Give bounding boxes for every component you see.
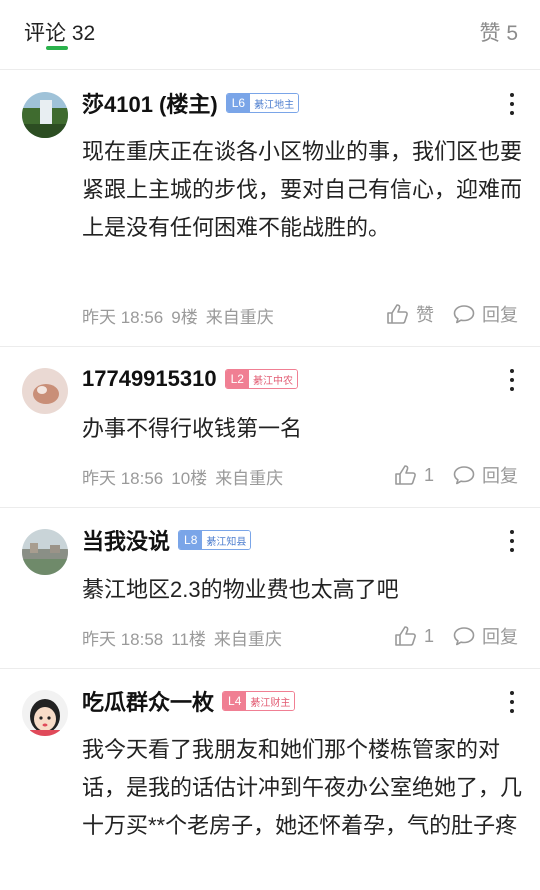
comment-source: 来自重庆	[205, 308, 274, 327]
like-button[interactable]: 1	[394, 625, 434, 647]
badge-title: 綦江财主	[246, 692, 295, 710]
comment-text: 我今天看了我朋友和她们那个楼栋管家的对话，是我的话估计冲到午夜办公室绝她了，几十…	[82, 737, 523, 838]
avatar[interactable]	[22, 690, 68, 736]
comment-source: 来自重庆	[213, 630, 282, 649]
like-button[interactable]: 赞	[386, 301, 434, 327]
reply-button[interactable]: 回复	[452, 462, 518, 488]
reply-button[interactable]: 回复	[452, 623, 518, 649]
comment-header: 莎4101 (楼主) L6 綦江地主	[82, 87, 300, 119]
comment-item: 当我没说 L8 綦江知县 綦江地区2.3的物业费也太高了吧 昨天 18:58 1…	[0, 508, 540, 669]
level-badge: L8 綦江知县	[178, 530, 252, 550]
comment-actions: 1 回复	[394, 462, 518, 488]
comment-item: 17749915310 L2 綦江中农 办事不得行收钱第一名 昨天 18:56 …	[0, 347, 540, 508]
badge-level: L8	[179, 531, 203, 549]
avatar[interactable]	[22, 92, 68, 138]
comment-text: 綦江地区2.3的物业费也太高了吧	[82, 577, 399, 602]
comment-time: 昨天 18:56	[82, 469, 164, 488]
thumbs-up-icon	[395, 465, 416, 485]
comment-header: 17749915310 L2 綦江中农	[82, 364, 298, 394]
badge-title: 綦江中农	[248, 370, 297, 388]
comment-floor: 10楼	[171, 469, 208, 488]
tab-likes[interactable]: 赞 5	[479, 17, 518, 47]
level-badge: L6 綦江地主	[225, 93, 300, 113]
comment-bubble-icon	[453, 466, 475, 485]
comment-floor: 11楼	[171, 630, 206, 649]
level-badge: L4 綦江财主	[222, 691, 296, 711]
thumbs-up-icon	[395, 626, 416, 646]
more-options-icon[interactable]	[504, 91, 520, 117]
reply-label: 回复	[482, 466, 518, 486]
avatar[interactable]	[22, 529, 68, 575]
badge-level: L4	[223, 692, 247, 710]
comment-actions: 赞 回复	[386, 301, 518, 327]
comment-meta: 昨天 18:56 10楼 来自重庆	[82, 464, 283, 489]
avatar[interactable]	[22, 368, 68, 414]
username[interactable]: 吃瓜群众一枚	[82, 685, 214, 717]
active-tab-indicator	[46, 46, 68, 50]
comment-floor: 9楼	[171, 308, 198, 327]
username[interactable]: 当我没说	[82, 524, 170, 556]
more-options-icon[interactable]	[504, 367, 520, 393]
reply-button[interactable]: 回复	[452, 301, 518, 327]
comment-header: 当我没说 L8 綦江知县	[82, 524, 252, 556]
comment-source: 来自重庆	[215, 469, 284, 488]
comment-bubble-icon	[453, 627, 475, 646]
username[interactable]: 17749915310	[82, 366, 217, 392]
comment-text: 办事不得行收钱第一名	[82, 416, 303, 441]
like-button[interactable]: 1	[394, 464, 434, 486]
like-count: 1	[423, 464, 434, 485]
more-options-icon[interactable]	[504, 528, 520, 554]
thumbs-up-icon	[387, 304, 408, 324]
comment-time: 昨天 18:58	[82, 630, 164, 649]
comment-item: 莎4101 (楼主) L6 綦江地主 现在重庆正在谈各小区物业的事，我们区也要紧…	[0, 71, 540, 347]
comment-meta: 昨天 18:58 11楼 来自重庆	[82, 625, 282, 650]
comment-item: 吃瓜群众一枚 L4 綦江财主 我今天看了我朋友和她们那个楼栋管家的对话，是我的话…	[0, 669, 540, 890]
comment-text: 现在重庆正在谈各小区物业的事，我们区也要紧跟上主城的步伐，要对自己有信心，迎难而…	[82, 139, 523, 240]
tab-comments[interactable]: 评论 32	[24, 17, 95, 47]
username[interactable]: 莎4101 (楼主)	[82, 87, 218, 119]
badge-title: 綦江地主	[250, 94, 299, 112]
like-count: 1	[423, 625, 434, 646]
comment-header: 吃瓜群众一枚 L4 綦江财主	[82, 685, 296, 717]
comments-header: 评论 32 赞 5	[0, 0, 540, 70]
comment-time: 昨天 18:56	[82, 308, 164, 327]
badge-level: L2	[225, 370, 249, 388]
reply-label: 回复	[482, 627, 518, 647]
like-label: 赞	[416, 305, 434, 325]
badge-level: L6	[226, 94, 251, 112]
badge-title: 綦江知县	[202, 531, 251, 549]
level-badge: L2 綦江中农	[224, 369, 298, 389]
reply-label: 回复	[482, 305, 518, 325]
comment-actions: 1 回复	[394, 623, 518, 649]
more-options-icon[interactable]	[504, 689, 520, 715]
comment-bubble-icon	[453, 305, 475, 324]
comment-meta: 昨天 18:56 9楼 来自重庆	[82, 303, 274, 328]
